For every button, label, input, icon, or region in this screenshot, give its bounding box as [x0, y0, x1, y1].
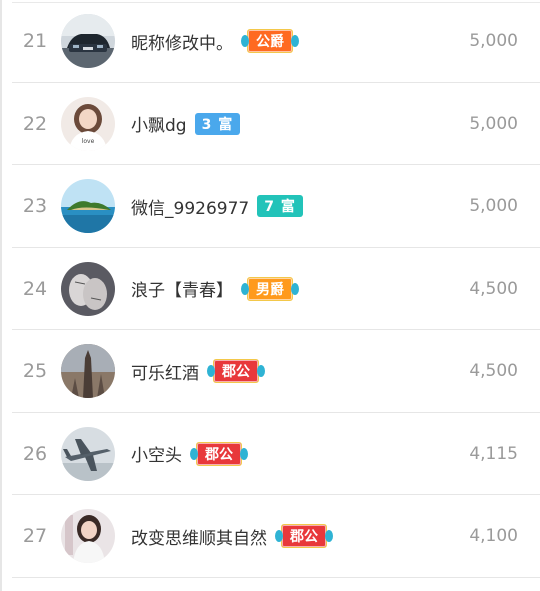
rich-level-badge: 3 富 — [194, 112, 241, 135]
badge-wing-icon — [291, 282, 299, 295]
list-item[interactable]: 23 微信_9926977 7 富 5,000 — [0, 165, 540, 248]
rank-number: 23 — [22, 195, 48, 218]
tower-avatar-icon — [61, 344, 115, 398]
name-group: 小飘dg 3 富 — [131, 83, 241, 166]
rank-number: 26 — [22, 442, 48, 465]
name-group: 小空头 郡公 — [131, 413, 248, 496]
svg-text:love: love — [82, 138, 95, 145]
avatar[interactable] — [61, 344, 115, 398]
user-name[interactable]: 微信_9926977 — [131, 194, 249, 219]
amount-value: 4,115 — [469, 443, 518, 464]
rich-level-badge: 7 富 — [257, 195, 303, 218]
avatar[interactable] — [61, 14, 115, 68]
list-item[interactable]: 21 昵称修改中。 公爵 5,000 — [0, 0, 540, 83]
noble-badge: 郡公 — [275, 524, 333, 549]
badge-wing-icon — [207, 365, 215, 378]
list-item[interactable]: 26 小空头 郡公 4,115 — [0, 413, 540, 496]
avatar[interactable] — [61, 426, 115, 481]
amount-value: 4,100 — [469, 526, 518, 547]
user-name[interactable]: 浪子【青春】 — [131, 276, 233, 301]
user-name[interactable]: 小空头 — [131, 441, 182, 466]
noble-badge: 公爵 — [241, 29, 299, 54]
badge-label: 郡公 — [222, 364, 250, 381]
plane-avatar-icon — [61, 426, 115, 481]
hands-avatar-icon — [61, 261, 115, 316]
badge-wing-icon — [257, 365, 265, 378]
user-name[interactable]: 昵称修改中。 — [131, 29, 233, 54]
badge-wing-icon — [325, 530, 333, 543]
girl-avatar-icon: love — [61, 96, 115, 151]
badge-wing-icon — [241, 35, 249, 48]
amount-value: 4,500 — [469, 361, 518, 382]
rank-number: 25 — [22, 360, 48, 383]
user-name[interactable]: 可乐红酒 — [131, 359, 199, 384]
car-avatar-icon — [61, 14, 115, 68]
name-group: 改变思维顺其自然 郡公 — [131, 495, 333, 578]
noble-badge: 郡公 — [190, 441, 248, 466]
name-group: 微信_9926977 7 富 — [131, 165, 303, 248]
list-item[interactable]: 22 love 小飘dg 3 富 5,000 — [0, 83, 540, 166]
rank-number: 24 — [22, 277, 48, 300]
amount-value: 5,000 — [469, 196, 518, 217]
name-group: 浪子【青春】 男爵 — [131, 248, 299, 331]
badge-wing-icon — [291, 35, 299, 48]
list-item[interactable]: 27 改变思维顺其自然 郡公 4,100 — [0, 495, 540, 578]
badge-wing-icon — [240, 447, 248, 460]
rank-number: 21 — [22, 30, 48, 53]
badge-wing-icon — [241, 282, 249, 295]
badge-label: 男爵 — [256, 281, 284, 298]
avatar[interactable] — [61, 261, 115, 316]
avatar[interactable] — [61, 179, 115, 233]
badge-label: 公爵 — [256, 34, 284, 51]
avatar[interactable] — [61, 509, 115, 563]
noble-badge: 男爵 — [241, 276, 299, 301]
badge-label: 郡公 — [290, 529, 318, 546]
noble-badge: 郡公 — [207, 359, 265, 384]
amount-value: 5,000 — [469, 113, 518, 134]
badge-wing-icon — [275, 530, 283, 543]
list-item[interactable]: 25 可乐红酒 郡公 4,500 — [0, 330, 540, 413]
island-avatar-icon — [61, 179, 115, 233]
amount-value: 5,000 — [469, 31, 518, 52]
amount-value: 4,500 — [469, 278, 518, 299]
rank-number: 22 — [22, 112, 48, 135]
list-item[interactable]: 24 浪子【青春】 男爵 4,500 — [0, 248, 540, 331]
name-group: 可乐红酒 郡公 — [131, 330, 265, 413]
row-divider — [12, 576, 540, 578]
user-name[interactable]: 小飘dg — [131, 111, 187, 136]
ranking-list: 21 昵称修改中。 公爵 5,000 22 love 小飘dg 3 富 5,00… — [0, 0, 540, 578]
name-group: 昵称修改中。 公爵 — [131, 0, 299, 83]
avatar[interactable]: love — [61, 96, 115, 151]
user-name[interactable]: 改变思维顺其自然 — [131, 524, 267, 549]
badge-label: 郡公 — [205, 446, 233, 463]
rank-number: 27 — [22, 525, 48, 548]
woman-avatar-icon — [61, 509, 115, 563]
badge-wing-icon — [190, 447, 198, 460]
